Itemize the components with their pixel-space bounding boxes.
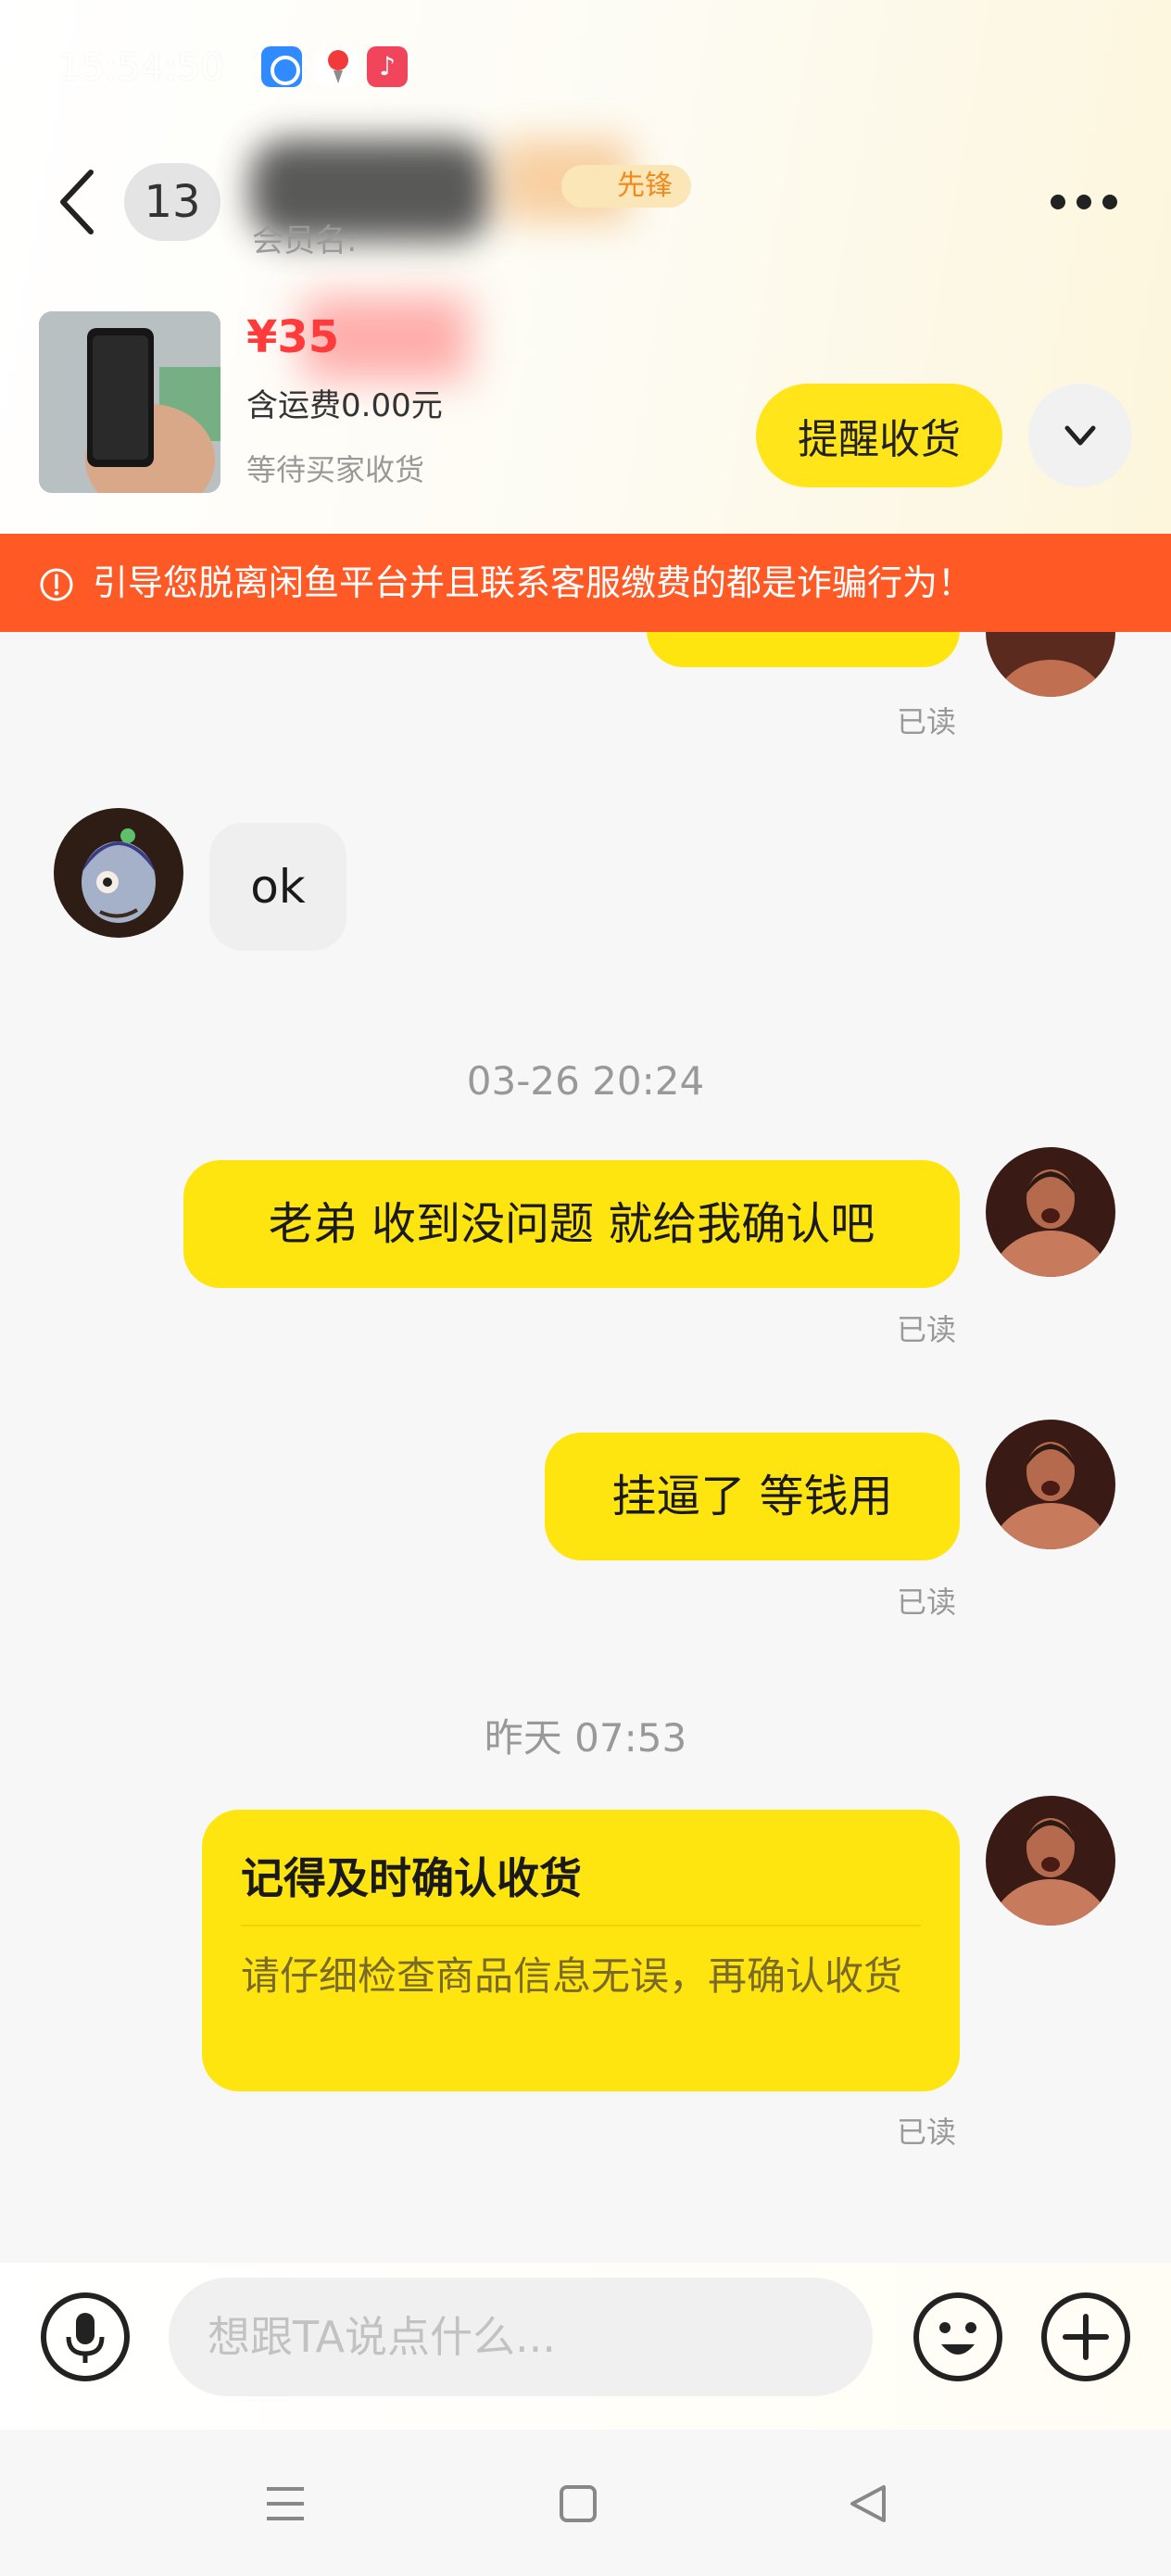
message-bubble-need-money[interactable]: 挂逼了 等钱用 xyxy=(545,1433,960,1560)
order-status: 等待买家收货 xyxy=(246,452,425,487)
my-avatar[interactable] xyxy=(986,632,1115,697)
chevron-down-icon xyxy=(1064,425,1096,446)
fighter-avatar-icon xyxy=(986,1796,1115,1926)
cartoon-avatar-icon xyxy=(54,808,183,938)
card-title: 记得及时确认收货 xyxy=(241,1853,582,1903)
confirm-receipt-card[interactable]: 记得及时确认收货 请仔细检查商品信息无误，再确认收货 xyxy=(202,1810,960,2091)
card-body: 请仔细检查商品信息无误，再确认收货 xyxy=(241,1953,903,1999)
timestamp-1: 03-26 20:24 xyxy=(466,1058,705,1104)
warning-text: 引导您脱离闲鱼平台并且联系客服缴费的都是诈骗行为！ xyxy=(93,562,974,603)
warning-circle-icon xyxy=(40,568,73,601)
recent-apps-button[interactable] xyxy=(263,2483,308,2524)
menu-lines-icon xyxy=(267,2487,304,2520)
expand-button[interactable] xyxy=(1028,384,1132,487)
qq-app-icon xyxy=(261,46,302,87)
read-mark: 已读 xyxy=(897,1585,957,1620)
more-actions-button[interactable] xyxy=(1039,2291,1132,2383)
message-bubble-confirm[interactable]: 老弟 收到没问题 就给我确认吧 xyxy=(183,1160,960,1288)
shipping-fee: 含运费0.00元 xyxy=(246,387,443,424)
plus-icon xyxy=(1041,2292,1130,2381)
voice-button[interactable] xyxy=(39,2291,132,2383)
chevron-left-icon xyxy=(60,170,94,234)
emoji-button[interactable] xyxy=(912,2291,1004,2383)
smiley-icon xyxy=(913,2292,1002,2381)
product-price: ¥35 xyxy=(246,311,340,363)
fighter-avatar-icon xyxy=(986,1420,1115,1549)
timestamp-2: 昨天 07:53 xyxy=(484,1715,687,1761)
more-dots-icon xyxy=(1051,195,1117,209)
back-button[interactable] xyxy=(52,165,107,239)
read-mark: 已读 xyxy=(897,1312,957,1347)
card-divider xyxy=(241,1925,921,1926)
status-time: 15:54:50 xyxy=(57,46,224,89)
product-thumbnail[interactable] xyxy=(39,311,220,493)
more-button[interactable] xyxy=(1047,182,1121,222)
phone-photo-icon xyxy=(39,311,220,493)
fighter-avatar-icon xyxy=(986,1147,1115,1277)
read-mark: 已读 xyxy=(897,2115,957,2150)
message-input[interactable] xyxy=(169,2278,873,2396)
message-bubble-ok[interactable]: ok xyxy=(209,823,346,951)
seller-subtitle: 会员名: xyxy=(252,222,358,259)
read-mark: 已读 xyxy=(897,704,957,739)
remind-receipt-button[interactable]: 提醒收货 xyxy=(756,384,1002,487)
seller-badge: 先锋 xyxy=(561,165,691,208)
my-avatar[interactable] xyxy=(986,1796,1115,1926)
triangle-back-icon xyxy=(850,2485,886,2522)
microphone-icon xyxy=(41,2292,130,2381)
home-button[interactable] xyxy=(558,2483,598,2524)
my-avatar[interactable] xyxy=(986,1420,1115,1549)
system-back-button[interactable] xyxy=(845,2481,889,2526)
dewu-app-icon xyxy=(317,46,358,87)
buyer-avatar[interactable] xyxy=(54,808,183,938)
my-avatar[interactable] xyxy=(986,1147,1115,1277)
fraud-warning-banner: 引导您脱离闲鱼平台并且联系客服缴费的都是诈骗行为！ xyxy=(0,534,1171,632)
music-app-icon xyxy=(367,46,408,87)
unread-count-badge[interactable]: 13 xyxy=(124,163,220,241)
square-icon xyxy=(560,2485,597,2522)
message-bubble-hidden[interactable] xyxy=(647,632,960,667)
